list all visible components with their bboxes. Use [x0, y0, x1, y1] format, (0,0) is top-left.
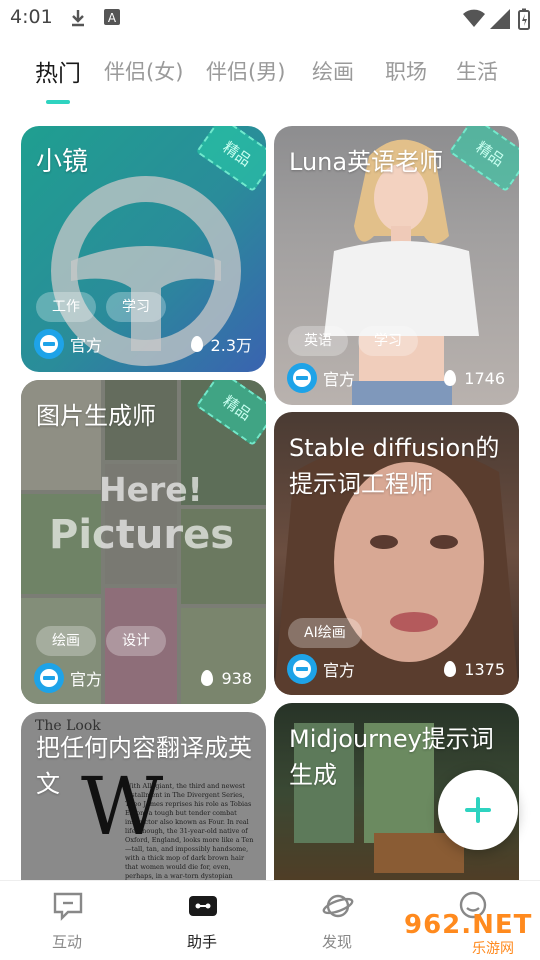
official-logo-icon — [287, 654, 317, 684]
assistant-card-luna[interactable]: 精品 Luna英语老师 英语 学习 官方 1746 — [274, 126, 519, 405]
art-text-pictures: Pictures — [49, 512, 234, 558]
popularity-count: 2.3万 — [190, 329, 252, 359]
card-title: Stable diffusion的提示词工程师 — [289, 434, 500, 498]
tab-companion-female[interactable]: 伴侣(女) — [104, 56, 183, 86]
tag-study: 学习 — [106, 292, 166, 322]
popularity-count: 938 — [201, 663, 252, 693]
nav-label: 互动 — [51, 933, 82, 951]
card-title: Luna英语老师 — [289, 148, 444, 176]
tag-english: 英语 — [288, 326, 348, 356]
assistant-card-image-generator[interactable]: Here! Pictures 精品 图片生成师 绘画 设计 官方 938 — [21, 380, 266, 704]
flame-icon — [444, 370, 457, 386]
signal-icon — [490, 9, 510, 29]
heat-value: 1746 — [464, 368, 505, 388]
robot-icon — [189, 896, 217, 916]
nav-label: 助手 — [186, 933, 217, 951]
card-title: 小镜 — [36, 147, 89, 177]
assistant-card-stable-diffusion[interactable]: Stable diffusion的提示词工程师 AI绘画 官方 1375 — [274, 412, 519, 695]
owner-label: 官方 — [323, 661, 356, 680]
heat-value: 1375 — [464, 659, 505, 679]
assistant-card-xiaojing[interactable]: 精品 小镜 工作 学习 官方 2.3万 — [21, 126, 266, 372]
flame-icon — [444, 661, 457, 677]
battery-icon — [518, 8, 530, 30]
status-bar: 4:01 A — [0, 0, 540, 36]
tag-work: 工作 — [36, 292, 96, 322]
tab-drawing[interactable]: 绘画 — [312, 56, 354, 86]
tag-study: 学习 — [358, 326, 418, 356]
tag-design: 设计 — [106, 626, 166, 656]
watermark-main: 962.NET — [404, 910, 533, 940]
popularity-count: 1375 — [444, 654, 505, 684]
owner-label: 官方 — [70, 336, 103, 355]
flame-icon — [201, 670, 214, 686]
heat-value: 2.3万 — [210, 336, 252, 355]
owner-info: 官方 — [287, 363, 355, 393]
download-icon — [72, 10, 84, 27]
tab-life[interactable]: 生活 — [456, 56, 498, 86]
popularity-count: 1746 — [444, 363, 505, 393]
category-tabs: 热门 伴侣(女) 伴侣(男) 绘画 职场 生活 — [0, 52, 540, 102]
owner-label: 官方 — [70, 670, 103, 689]
flame-icon — [190, 336, 203, 352]
add-button[interactable] — [438, 770, 518, 850]
tab-workplace[interactable]: 职场 — [385, 56, 427, 86]
app-notification-icon: A — [104, 9, 120, 25]
official-logo-icon — [34, 663, 64, 693]
nav-label: 发现 — [321, 933, 352, 951]
svg-text:A: A — [108, 11, 117, 25]
card-title: 把任何内容翻译成英文 — [36, 734, 252, 798]
owner-info: 官方 — [34, 329, 102, 359]
tab-hot[interactable]: 热门 — [35, 54, 81, 88]
assistant-card-translator[interactable]: The Look With Allegiant, the third and n… — [21, 712, 266, 880]
watermark-logo: 962.NET 乐游网 — [400, 910, 536, 957]
tab-companion-male[interactable]: 伴侣(男) — [206, 56, 285, 86]
official-logo-icon — [287, 363, 317, 393]
tag-drawing: 绘画 — [36, 626, 96, 656]
card-title: 图片生成师 — [36, 402, 156, 430]
wifi-icon — [463, 9, 485, 27]
owner-info: 官方 — [287, 654, 355, 684]
owner-label: 官方 — [323, 370, 356, 389]
nav-item-assistant[interactable]: 助手 — [157, 881, 247, 960]
active-tab-indicator — [46, 100, 70, 104]
watermark-sub: 乐游网 — [472, 941, 514, 957]
heat-value: 938 — [221, 668, 252, 688]
official-logo-icon — [34, 329, 64, 359]
art-text-here: Here! — [99, 470, 203, 509]
chat-icon — [53, 892, 83, 921]
nav-item-interact[interactable]: 互动 — [22, 881, 112, 960]
status-time: 4:01 — [10, 6, 53, 28]
owner-info: 官方 — [34, 663, 102, 693]
tag-ai-drawing: AI绘画 — [288, 618, 362, 648]
nav-item-discover[interactable]: 发现 — [292, 881, 382, 960]
planet-icon — [322, 894, 354, 918]
